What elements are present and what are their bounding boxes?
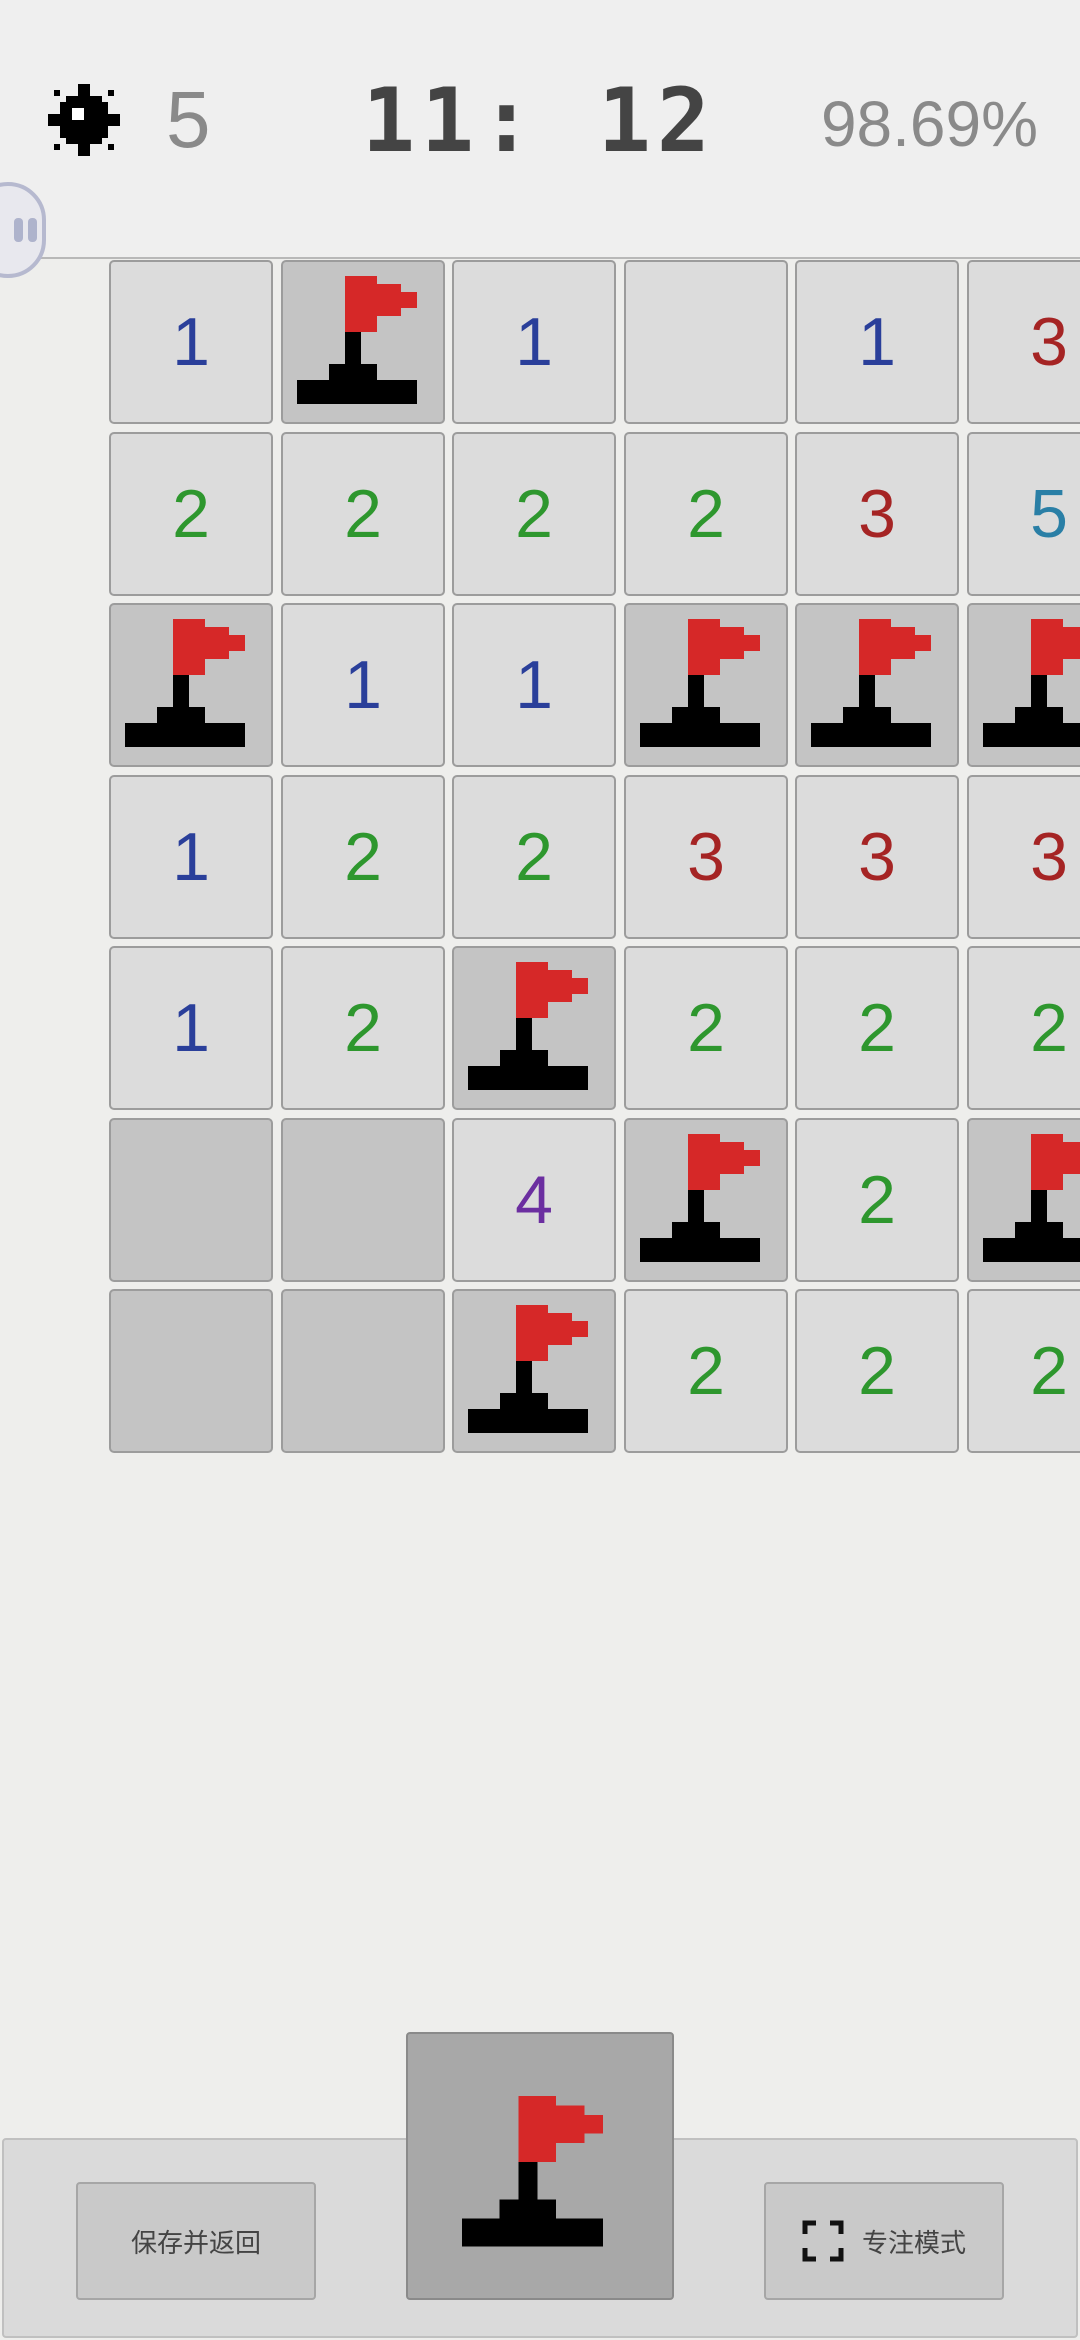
board-cell[interactable]: 1 — [281, 603, 445, 767]
cell-number: 2 — [1030, 990, 1068, 1066]
cell-number: 2 — [687, 990, 725, 1066]
focus-mode-button[interactable]: 专注模式 — [764, 2182, 1004, 2300]
board-cell[interactable]: 2 — [795, 1118, 959, 1282]
cell-number: 3 — [858, 819, 896, 895]
board-cell[interactable] — [452, 946, 616, 1110]
cell-number: 2 — [1030, 1333, 1068, 1409]
flag-icon — [125, 619, 245, 747]
flag-icon — [640, 1134, 760, 1262]
cell-number: 3 — [687, 819, 725, 895]
board-cell[interactable]: 2 — [452, 432, 616, 596]
flag-icon — [983, 619, 1080, 747]
board-cell[interactable]: 2 — [967, 946, 1080, 1110]
board-cell[interactable]: 1 — [109, 775, 273, 939]
cell-number: 3 — [1030, 304, 1068, 380]
cell-number: 1 — [515, 647, 553, 723]
flag-icon — [811, 619, 931, 747]
cell-number: 5 — [1030, 476, 1068, 552]
board-cell[interactable] — [624, 260, 788, 424]
cell-number: 1 — [172, 304, 210, 380]
cell-number: 1 — [172, 819, 210, 895]
board-cell[interactable] — [109, 603, 273, 767]
cell-number: 2 — [858, 990, 896, 1066]
board-cell[interactable] — [281, 1118, 445, 1282]
cell-number: 2 — [344, 819, 382, 895]
board-cell[interactable]: 1 — [109, 260, 273, 424]
flag-icon — [468, 1305, 588, 1433]
board-cell[interactable]: 2 — [624, 946, 788, 1110]
board-cell[interactable] — [281, 1289, 445, 1453]
cell-number: 3 — [1030, 819, 1068, 895]
board-cell[interactable]: 2 — [281, 946, 445, 1110]
cell-number: 2 — [344, 990, 382, 1066]
board-cell[interactable]: 3 — [967, 775, 1080, 939]
flag-icon — [640, 619, 760, 747]
board-cell[interactable]: 2 — [624, 1289, 788, 1453]
board-cell[interactable] — [452, 1289, 616, 1453]
board-cell[interactable] — [109, 1289, 273, 1453]
flag-mode-toggle[interactable] — [406, 2032, 674, 2300]
board-cell[interactable]: 2 — [281, 432, 445, 596]
cell-number: 2 — [515, 819, 553, 895]
board-cell[interactable]: 2 — [624, 432, 788, 596]
cell-number: 2 — [344, 476, 382, 552]
board-cell[interactable] — [281, 260, 445, 424]
board-cell[interactable] — [967, 603, 1080, 767]
board-cell[interactable]: 1 — [795, 260, 959, 424]
board-cell[interactable]: 3 — [967, 260, 1080, 424]
board-cell[interactable]: 4 — [452, 1118, 616, 1282]
board-cell[interactable] — [795, 603, 959, 767]
board-cell[interactable]: 1 — [452, 603, 616, 767]
flag-icon — [468, 962, 588, 1090]
board-cell[interactable]: 5 — [967, 432, 1080, 596]
board-cell[interactable] — [967, 1118, 1080, 1282]
board-cell[interactable]: 2 — [967, 1289, 1080, 1453]
board-cell[interactable]: 2 — [452, 775, 616, 939]
cell-number: 2 — [172, 476, 210, 552]
save-and-return-button[interactable]: 保存并返回 — [76, 2182, 316, 2300]
cell-number: 1 — [344, 647, 382, 723]
cell-number: 1 — [858, 304, 896, 380]
cell-number: 2 — [858, 1162, 896, 1238]
cell-number: 2 — [858, 1333, 896, 1409]
cell-number: 2 — [515, 476, 553, 552]
game-board: 1 1 1 3 2 2 2 2 3 5 1 1 1 2 2 3 3 3 1 2 2 2 2 4 2 2 2 2 — [0, 0, 1080, 1460]
board-cell[interactable] — [624, 603, 788, 767]
cell-number: 1 — [172, 990, 210, 1066]
board-cell[interactable]: 3 — [795, 775, 959, 939]
cell-number: 2 — [687, 1333, 725, 1409]
cell-number: 3 — [858, 476, 896, 552]
flag-icon — [983, 1134, 1080, 1262]
board-cell[interactable] — [624, 1118, 788, 1282]
board-cell[interactable]: 2 — [109, 432, 273, 596]
cell-number: 1 — [515, 304, 553, 380]
board-cell[interactable]: 3 — [624, 775, 788, 939]
flag-icon — [462, 2096, 604, 2247]
fullscreen-icon — [802, 2220, 844, 2262]
board-cell[interactable]: 2 — [795, 1289, 959, 1453]
board-cell[interactable]: 1 — [452, 260, 616, 424]
board-cell[interactable]: 2 — [281, 775, 445, 939]
focus-mode-label: 专注模式 — [861, 2227, 966, 2258]
cell-number: 2 — [687, 476, 725, 552]
cell-number: 4 — [515, 1162, 553, 1238]
board-cell[interactable]: 1 — [109, 946, 273, 1110]
board-cell[interactable] — [109, 1118, 273, 1282]
board-cell[interactable]: 3 — [795, 432, 959, 596]
board-cell[interactable]: 2 — [795, 946, 959, 1110]
flag-icon — [297, 276, 417, 404]
